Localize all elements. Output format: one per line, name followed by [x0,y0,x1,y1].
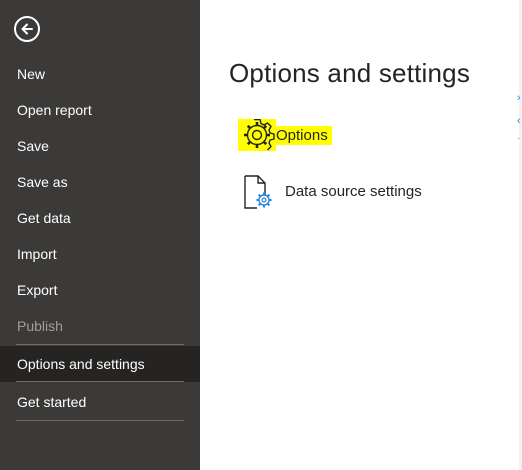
sidebar-divider [16,420,184,421]
data-source-settings-label: Data source settings [285,182,422,200]
sidebar-item-save[interactable]: Save [0,128,200,164]
edge-fragment-icon: · [517,133,521,144]
page-title: Options and settings [229,58,471,88]
sidebar-item-publish: Publish [17,318,63,334]
app-window: New Open report Save Save as Get data Im… [0,0,522,470]
sidebar-item-import[interactable]: Import [0,236,200,272]
data-source-settings-icon [238,175,276,209]
file-menu-sidebar: New Open report Save Save as Get data Im… [0,0,200,470]
sidebar-item-open-report[interactable]: Open report [0,92,200,128]
sidebar-item-save-as[interactable]: Save as [0,164,200,200]
back-button[interactable] [14,16,40,42]
edge-fragment-icon: ‹ [517,115,521,127]
options-item[interactable]: Options [238,118,332,152]
gear-icon [238,119,276,151]
sidebar-item-get-data[interactable]: Get data [0,200,200,236]
back-arrow-icon [21,23,33,35]
edge-fragment-icon: › [517,92,521,104]
sidebar-item-get-started[interactable]: Get started [0,384,200,420]
sidebar-divider [16,344,184,345]
sidebar-item-export[interactable]: Export [0,272,200,308]
options-label: Options [276,125,332,145]
sidebar-divider [16,381,184,382]
sidebar-item-new[interactable]: New [0,56,200,92]
data-source-settings-item[interactable]: Data source settings [238,174,422,209]
sidebar-item-options-and-settings[interactable]: Options and settings [0,346,200,382]
